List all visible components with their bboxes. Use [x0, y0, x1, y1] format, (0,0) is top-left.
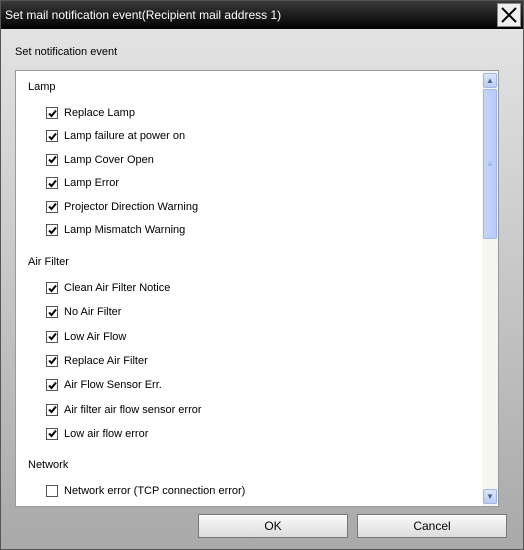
checkbox[interactable] [46, 130, 58, 143]
event-checkbox-item[interactable]: Lamp Error [46, 176, 119, 190]
group-heading: Network [28, 459, 69, 471]
checkbox[interactable] [46, 403, 58, 416]
checkbox[interactable] [46, 306, 58, 319]
checkbox[interactable] [46, 153, 58, 166]
checkbox[interactable] [46, 282, 58, 294]
checkmark-icon [47, 226, 57, 234]
window-title: Set mail notification event(Recipient ma… [5, 8, 282, 22]
scroll-down-button[interactable]: ▼ [483, 489, 497, 504]
checkbox[interactable] [46, 427, 58, 440]
checkmark-icon [47, 179, 57, 188]
event-checkbox-item[interactable]: Low Air Flow [46, 330, 126, 344]
checkmark-icon [47, 202, 57, 211]
checkbox[interactable] [46, 224, 58, 236]
dialog-window: Set mail notification event(Recipient ma… [0, 0, 524, 550]
checkmark-icon [47, 284, 57, 292]
event-checkbox-item[interactable]: Lamp Mismatch Warning [46, 223, 185, 237]
ok-button[interactable]: OK [198, 514, 348, 538]
event-checkbox-item[interactable]: Air filter air flow sensor error [46, 403, 202, 417]
checkbox-label: Replace Lamp [64, 107, 135, 119]
checkbox-label: Lamp Mismatch Warning [64, 224, 186, 236]
checkbox[interactable] [46, 485, 58, 497]
checkmark-icon [47, 430, 57, 438]
event-checkbox-item[interactable]: Air Flow Sensor Err. [46, 378, 162, 392]
checkbox-label: Network error (TCP connection error) [64, 485, 246, 497]
checkbox[interactable] [46, 177, 58, 190]
checkmark-icon [47, 156, 57, 164]
checkbox-label: Projector Direction Warning [64, 200, 199, 213]
scroll-up-button[interactable]: ▲ [483, 73, 497, 88]
group-heading: Lamp [28, 81, 56, 93]
checkbox[interactable] [46, 330, 58, 343]
event-checkbox-item[interactable]: Low air flow error [46, 427, 148, 441]
title-bar: Set mail notification event(Recipient ma… [1, 1, 523, 29]
checkmark-icon [47, 132, 57, 141]
cancel-button[interactable]: Cancel [357, 514, 507, 538]
checkmark-icon [47, 109, 57, 117]
checkbox-label: Air Flow Sensor Err. [64, 379, 162, 392]
checkbox-label: No Air Filter [64, 306, 122, 319]
checkbox-label: Lamp failure at power on [64, 130, 186, 143]
checkmark-icon [47, 381, 57, 390]
event-checkbox-item[interactable]: Lamp failure at power on [46, 129, 185, 143]
grip-icon: ≡ [487, 159, 493, 169]
checkmark-icon [47, 308, 57, 317]
chevron-down-icon: ▼ [486, 492, 494, 501]
event-checkbox-item[interactable]: No Air Filter [46, 305, 121, 319]
checkbox[interactable] [46, 354, 58, 367]
chevron-up-icon: ▲ [486, 76, 494, 85]
checkbox-label: Lamp Cover Open [64, 153, 154, 166]
event-checkbox-item[interactable]: Projector Direction Warning [46, 200, 198, 214]
checkbox[interactable] [46, 379, 58, 392]
checkbox-label: Low air flow error [64, 427, 149, 440]
event-checkbox-item[interactable]: Lamp Cover Open [46, 153, 154, 167]
group-heading: Air Filter [28, 256, 69, 268]
checkbox-label: Replace Air Filter [64, 354, 148, 367]
checkmark-icon [47, 357, 57, 365]
event-checkbox-item[interactable]: Network error (TCP connection error) [46, 484, 245, 498]
checkmark-icon [47, 405, 57, 414]
checkbox-label: Lamp Error [64, 177, 120, 190]
event-checkbox-item[interactable]: Clean Air Filter Notice [46, 281, 170, 295]
close-icon [501, 7, 517, 23]
vertical-scrollbar[interactable]: ▲ ≡ ▼ [482, 71, 498, 506]
checkbox-label: Low Air Flow [64, 330, 127, 343]
checkmark-icon [47, 332, 57, 341]
event-list: Lamp Replace Lamp Lamp failure at power on… [15, 70, 499, 507]
close-button[interactable] [497, 3, 521, 27]
event-checkbox-item[interactable]: Replace Air Filter [46, 354, 148, 368]
scroll-thumb[interactable]: ≡ [483, 89, 497, 239]
checkbox-label: Clean Air Filter Notice [64, 282, 171, 294]
checkbox[interactable] [46, 200, 58, 213]
event-checkbox-item[interactable]: Replace Lamp [46, 106, 135, 120]
section-label: Set notification event [15, 46, 118, 58]
checkbox[interactable] [46, 107, 58, 119]
checkbox-label: Air filter air flow sensor error [64, 403, 202, 416]
